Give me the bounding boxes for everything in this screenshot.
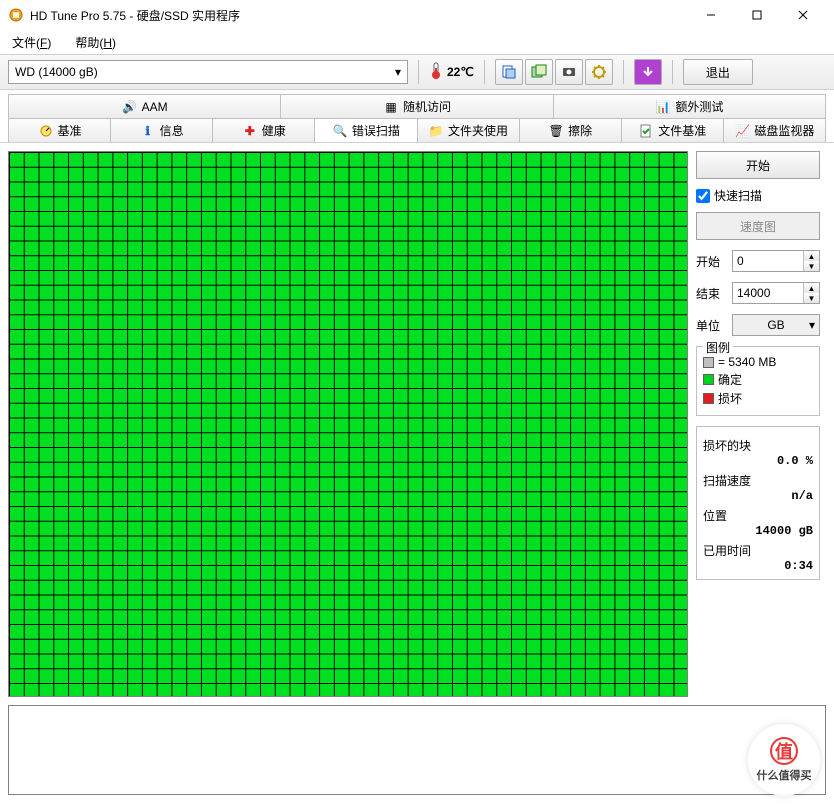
app-icon (8, 7, 24, 23)
close-button[interactable] (780, 0, 826, 30)
start-value: 0 (737, 254, 744, 268)
end-value: 14000 (737, 286, 770, 300)
monitor-icon: 📈 (734, 123, 750, 139)
info-icon: ℹ (140, 123, 156, 139)
toolbar: WD (14000 gB) ▾ 22℃ 退出 (0, 54, 834, 90)
magnifier-icon: 🔍 (332, 123, 348, 139)
window-title: HD Tune Pro 5.75 - 硬盘/SSD 实用程序 (30, 7, 688, 24)
thermometer-icon (429, 62, 443, 83)
temperature-value: 22℃ (447, 65, 474, 79)
stats-box: 损坏的块 0.0 % 扫描速度 n/a 位置 14000 gB 已用时间 0:3… (696, 426, 820, 580)
dice-icon: ▦ (383, 99, 399, 115)
content-area: 开始 快速扫描 速度图 开始 0 ▲▼ 结束 14000 ▲▼ 单位 GB ▾ (0, 143, 834, 705)
ok-swatch (703, 374, 714, 385)
options-button[interactable] (585, 59, 613, 85)
quick-scan-checkbox[interactable] (696, 189, 710, 203)
legend-title: 图例 (703, 339, 733, 356)
window-controls (688, 0, 826, 30)
tab-health[interactable]: ✚健康 (212, 118, 315, 142)
speaker-icon: 🔊 (122, 99, 138, 115)
position-label: 位置 (703, 507, 813, 524)
unit-label: 单位 (696, 317, 726, 334)
elapsed-label: 已用时间 (703, 542, 813, 559)
scan-speed-label: 扫描速度 (703, 472, 813, 489)
copy-info-button[interactable] (495, 59, 523, 85)
log-box (8, 705, 826, 795)
ok-label: 确定 (718, 371, 742, 388)
watermark-icon: 值 (770, 737, 798, 765)
separator (418, 60, 419, 84)
spin-down-icon[interactable]: ▼ (804, 261, 819, 271)
tab-disk-monitor[interactable]: 📈磁盘监视器 (723, 118, 826, 142)
tab-error-scan[interactable]: 🔍错误扫描 (314, 118, 417, 142)
unit-selector[interactable]: GB ▾ (732, 314, 820, 336)
end-spinner[interactable]: 14000 ▲▼ (732, 282, 820, 304)
tab-file-benchmark[interactable]: 文件基准 (621, 118, 724, 142)
damaged-blocks-label: 损坏的块 (703, 437, 813, 454)
scan-grid (8, 151, 688, 697)
watermark-text: 什么值得买 (757, 767, 812, 783)
separator (672, 60, 673, 84)
start-label: 开始 (696, 253, 726, 270)
tab-random-access[interactable]: ▦随机访问 (280, 94, 553, 118)
speed-map-button: 速度图 (696, 212, 820, 240)
save-screenshot-button[interactable] (555, 59, 583, 85)
menu-file[interactable]: 文件(F) (6, 32, 57, 53)
scan-grid-pattern (9, 152, 687, 696)
position-value: 14000 gB (703, 524, 813, 538)
folder-icon: 📁 (428, 123, 444, 139)
start-spinner[interactable]: 0 ▲▼ (732, 250, 820, 272)
temperature-display: 22℃ (429, 62, 474, 83)
trash-icon: 🗑 (548, 123, 564, 139)
scan-speed-value: n/a (703, 489, 813, 503)
watermark: 值 什么值得买 (748, 724, 820, 796)
tab-aam[interactable]: 🔊AAM (8, 94, 281, 118)
drive-label: WD (14000 gB) (15, 65, 98, 79)
spin-up-icon[interactable]: ▲ (804, 283, 819, 293)
title-bar: HD Tune Pro 5.75 - 硬盘/SSD 实用程序 (0, 0, 834, 30)
tabs-area: 🔊AAM ▦随机访问 📊额外测试 基准 ℹ信息 ✚健康 🔍错误扫描 📁文件夹使用… (0, 90, 834, 143)
block-swatch (703, 357, 714, 368)
maximize-button[interactable] (734, 0, 780, 30)
separator (484, 60, 485, 84)
tab-info[interactable]: ℹ信息 (110, 118, 213, 142)
tab-extra-tests[interactable]: 📊额外测试 (553, 94, 826, 118)
spin-up-icon[interactable]: ▲ (804, 251, 819, 261)
menu-help[interactable]: 帮助(H) (69, 32, 122, 53)
spin-down-icon[interactable]: ▼ (804, 293, 819, 303)
exit-button[interactable]: 退出 (683, 59, 753, 85)
separator (623, 60, 624, 84)
quick-scan-checkbox-row[interactable]: 快速扫描 (696, 185, 820, 206)
copy-screenshot-button[interactable] (525, 59, 553, 85)
file-check-icon (638, 123, 654, 139)
tab-folder-usage[interactable]: 📁文件夹使用 (417, 118, 520, 142)
damaged-label: 损坏 (718, 390, 742, 407)
start-button[interactable]: 开始 (696, 151, 820, 179)
tab-erase[interactable]: 🗑擦除 (519, 118, 622, 142)
tab-benchmark[interactable]: 基准 (8, 118, 111, 142)
end-label: 结束 (696, 285, 726, 302)
legend-box: 图例 = 5340 MB 确定 损坏 (696, 346, 820, 416)
quick-scan-label: 快速扫描 (714, 187, 762, 204)
minimize-button[interactable] (688, 0, 734, 30)
elapsed-value: 0:34 (703, 559, 813, 573)
chevron-down-icon: ▾ (809, 318, 815, 332)
chevron-down-icon: ▾ (395, 65, 401, 79)
drive-selector[interactable]: WD (14000 gB) ▾ (8, 60, 408, 84)
minimize-to-tray-button[interactable] (634, 59, 662, 85)
extra-icon: 📊 (655, 99, 671, 115)
side-panel: 开始 快速扫描 速度图 开始 0 ▲▼ 结束 14000 ▲▼ 单位 GB ▾ (696, 151, 820, 697)
gauge-icon (38, 123, 54, 139)
menu-bar: 文件(F) 帮助(H) (0, 30, 834, 54)
damaged-swatch (703, 393, 714, 404)
health-icon: ✚ (242, 123, 258, 139)
unit-value: GB (767, 318, 784, 332)
damaged-blocks-value: 0.0 % (703, 454, 813, 468)
block-size-label: = 5340 MB (718, 355, 776, 369)
